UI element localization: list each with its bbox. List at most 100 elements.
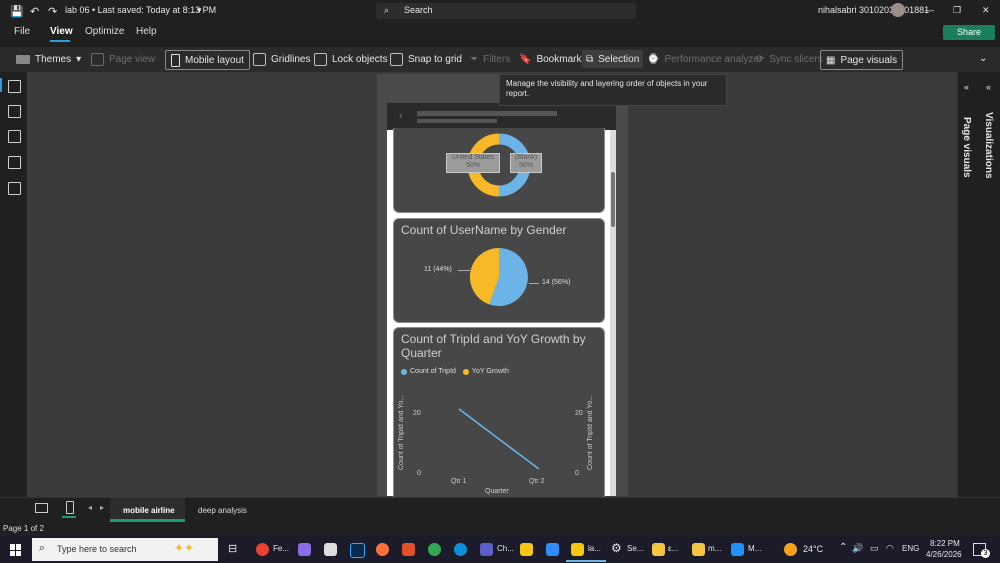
battery-icon[interactable]: ▭ bbox=[870, 543, 879, 554]
firefox-icon[interactable] bbox=[376, 543, 389, 556]
maximize-icon[interactable]: ❐ bbox=[953, 5, 961, 16]
folder-icon[interactable] bbox=[692, 543, 705, 556]
teams-icon[interactable] bbox=[480, 543, 493, 556]
gridlines-checkbox[interactable]: Gridlines bbox=[253, 50, 310, 68]
taskbar-app-ch[interactable]: Ch... bbox=[497, 544, 514, 553]
sync-slicers-button[interactable]: ⟳ Sync slicers bbox=[756, 50, 823, 68]
photoshop-icon[interactable] bbox=[350, 543, 365, 558]
lock-objects-checkbox[interactable]: Lock objects bbox=[314, 50, 388, 68]
tab-mobile-airline[interactable]: mobile airline bbox=[110, 498, 185, 522]
page-view-button[interactable]: Page view bbox=[91, 50, 155, 68]
chevron-up-icon[interactable]: ⌃ bbox=[839, 542, 847, 553]
tab-scroll-right-icon[interactable]: ▸ bbox=[100, 503, 104, 512]
mobile-layout-button[interactable]: Mobile layout bbox=[165, 50, 250, 70]
checkbox-icon bbox=[314, 52, 327, 66]
themes-label: Themes bbox=[35, 53, 72, 65]
chevron-down-icon[interactable]: ▾ bbox=[197, 5, 202, 16]
desktop-layout-icon[interactable] bbox=[35, 503, 48, 513]
clipchamp-icon[interactable] bbox=[324, 543, 337, 556]
media-player-icon[interactable] bbox=[731, 543, 744, 556]
page-visuals-button[interactable]: ▦ Page visuals bbox=[820, 50, 904, 70]
checkbox-icon bbox=[253, 52, 266, 66]
search-box[interactable]: ⌕ Search bbox=[376, 3, 636, 19]
donut-chart-card[interactable]: United States 50% (Blank) 50% bbox=[393, 128, 605, 213]
line-segment[interactable] bbox=[458, 408, 540, 470]
chrome-icon[interactable] bbox=[256, 543, 269, 556]
chrome-alt-icon[interactable] bbox=[428, 543, 441, 556]
page-view-label: Page view bbox=[109, 53, 156, 65]
tab-deep-analysis[interactable]: deep analysis bbox=[186, 498, 256, 522]
snap-to-grid-checkbox[interactable]: Snap to grid bbox=[390, 50, 462, 68]
taskbar-app-e[interactable]: ε... bbox=[668, 544, 678, 553]
search-input[interactable]: Search bbox=[404, 5, 433, 15]
search-icon: ⌕ bbox=[39, 542, 46, 554]
minimize-icon[interactable]: — bbox=[925, 5, 934, 15]
model-view-icon[interactable] bbox=[8, 130, 21, 143]
settings-icon[interactable]: ⚙ bbox=[611, 541, 622, 555]
y-tick-left-0: 0 bbox=[417, 470, 421, 477]
mobile-layout-icon[interactable] bbox=[66, 501, 74, 514]
clock-date[interactable]: 4/26/2026 bbox=[926, 550, 962, 559]
menu-file[interactable]: File bbox=[14, 26, 30, 37]
page-visuals-label: Page visuals bbox=[840, 54, 898, 66]
tmdl-view-icon[interactable] bbox=[8, 182, 21, 195]
menu-optimize[interactable]: Optimize bbox=[85, 26, 124, 37]
menu-help[interactable]: Help bbox=[136, 26, 157, 37]
taskbar-app-la[interactable]: la... bbox=[588, 544, 601, 553]
tab-scroll-left-icon[interactable]: ◂ bbox=[88, 503, 92, 512]
close-icon[interactable]: ✕ bbox=[982, 5, 990, 16]
windows-start-icon[interactable] bbox=[10, 544, 22, 556]
ribbon: Themes ▾ Page view Mobile layout Gridline… bbox=[0, 47, 1000, 73]
ribbon-collapse-icon[interactable]: ⌄ bbox=[979, 53, 987, 64]
share-button[interactable]: Share bbox=[943, 25, 995, 40]
taskbar-app-se[interactable]: Se... bbox=[627, 544, 643, 553]
menu-view[interactable]: View bbox=[50, 26, 73, 37]
x-tick-qtr2: Qtr 2 bbox=[529, 478, 545, 485]
weather-icon[interactable] bbox=[784, 543, 797, 556]
powerbi-icon[interactable] bbox=[571, 543, 584, 556]
volume-icon[interactable]: 🔊 bbox=[852, 543, 863, 554]
collapse-visualizations-icon[interactable]: « bbox=[986, 82, 991, 92]
app-icon-blue[interactable] bbox=[546, 543, 559, 556]
themes-button[interactable]: Themes ▾ bbox=[16, 50, 81, 68]
dax-query-icon[interactable] bbox=[8, 156, 21, 169]
folder-icon[interactable] bbox=[652, 543, 665, 556]
language-indicator[interactable]: ENG bbox=[902, 544, 919, 553]
selection-tooltip: Manage the visibility and layering order… bbox=[499, 74, 727, 106]
selection-button[interactable]: ⧉ Selection bbox=[582, 50, 644, 68]
back-icon: ‹ bbox=[399, 110, 403, 122]
line-chart-card[interactable]: Count of TripId and YoY Growth by Quarte… bbox=[393, 327, 605, 500]
wifi-icon[interactable]: ◠ bbox=[886, 543, 894, 554]
donut-label-left-pct: 50% bbox=[465, 162, 480, 169]
taskbar-app-m[interactable]: m... bbox=[708, 544, 721, 553]
pie-label-right: 14 (56%) bbox=[542, 279, 571, 286]
filters-button[interactable]: ⏷ Filters bbox=[470, 50, 510, 68]
copilot-icon[interactable] bbox=[298, 543, 311, 556]
avatar[interactable] bbox=[891, 3, 905, 17]
visualizations-pane-label[interactable]: Visualizations bbox=[983, 112, 994, 179]
file-info[interactable]: lab 06 • Last saved: Today at 8:13 PM bbox=[65, 5, 216, 15]
taskbar-search-input[interactable]: Type here to search bbox=[57, 544, 137, 554]
redo-icon[interactable]: ↷ bbox=[48, 5, 57, 18]
sync-icon: ⟳ bbox=[756, 53, 765, 65]
report-view-icon[interactable] bbox=[8, 80, 21, 93]
performance-analyzer-button[interactable]: ⌚ Performance analyzer bbox=[647, 50, 762, 68]
collapse-page-visuals-icon[interactable]: « bbox=[964, 82, 969, 92]
page-visuals-pane-label[interactable]: Page visuals bbox=[961, 117, 972, 178]
task-view-icon[interactable]: ⊟ bbox=[228, 542, 237, 555]
bookmarks-button[interactable]: 🔖 Bookmarks bbox=[519, 50, 586, 68]
taskbar-app-fe[interactable]: Fe... bbox=[273, 544, 289, 553]
save-icon[interactable]: 💾 bbox=[10, 5, 24, 18]
scrollbar-thumb[interactable] bbox=[611, 172, 615, 227]
scrollbar-track[interactable] bbox=[610, 130, 616, 496]
taskbar-search-box[interactable]: ⌕ Type here to search ✦✦ bbox=[32, 538, 218, 561]
clock-time[interactable]: 8:22 PM bbox=[930, 539, 960, 548]
taskbar-app-M[interactable]: M... bbox=[748, 544, 761, 553]
page-indicator: Page 1 of 2 bbox=[3, 524, 44, 533]
undo-icon[interactable]: ↶ bbox=[30, 5, 39, 18]
table-view-icon[interactable] bbox=[8, 105, 21, 118]
app-icon-yellow[interactable] bbox=[520, 543, 533, 556]
edge-icon[interactable] bbox=[454, 543, 467, 556]
matlab-icon[interactable] bbox=[402, 543, 415, 556]
pie-chart-card[interactable]: Count of UserName by Gender 11 (44%) 14 … bbox=[393, 218, 605, 323]
